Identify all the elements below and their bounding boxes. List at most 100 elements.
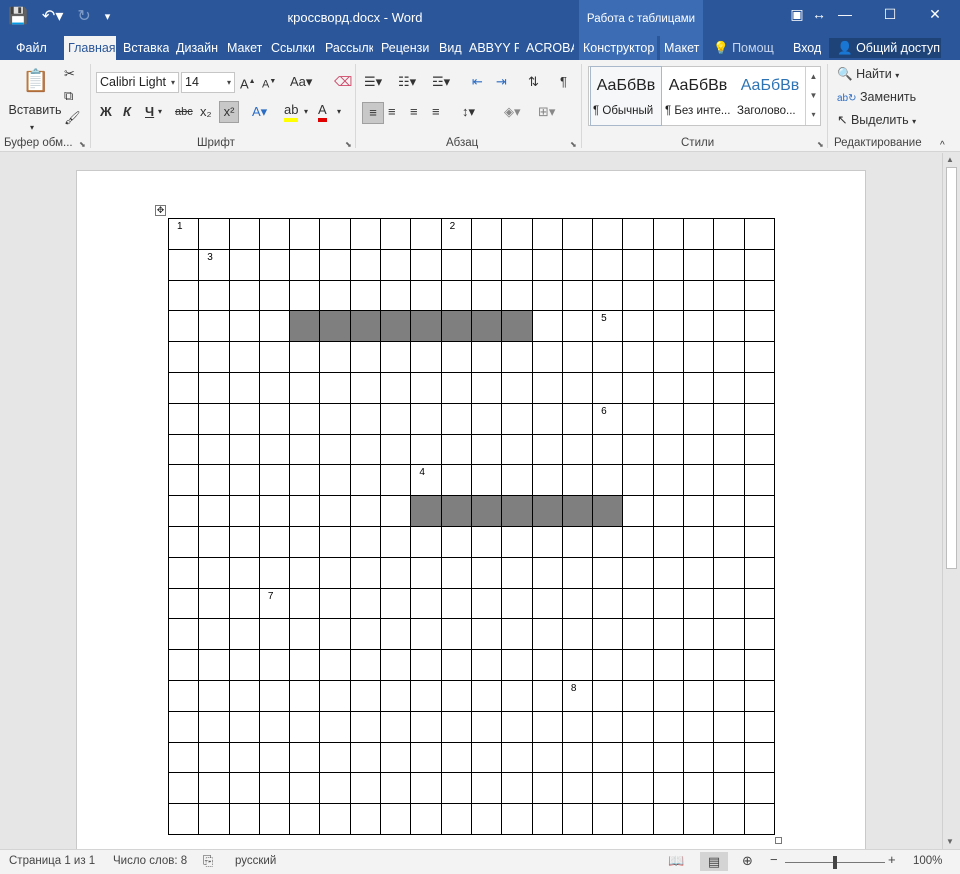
crossword-cell[interactable]: [289, 279, 321, 312]
crossword-cell[interactable]: [683, 341, 715, 373]
crossword-cell[interactable]: [531, 710, 563, 743]
crossword-cell[interactable]: [652, 803, 685, 835]
crossword-cell[interactable]: [501, 218, 533, 250]
crossword-cell[interactable]: [652, 649, 685, 681]
crossword-cell[interactable]: [501, 341, 533, 373]
crossword-cell[interactable]: [592, 341, 624, 373]
crossword-cell[interactable]: [622, 649, 654, 681]
crossword-cell[interactable]: [683, 279, 715, 312]
crossword-cell[interactable]: [561, 433, 594, 466]
crossword-cell[interactable]: [410, 710, 442, 743]
crossword-cell[interactable]: [167, 279, 200, 312]
crossword-cell[interactable]: [561, 341, 594, 373]
grow-font-icon[interactable]: A▲: [240, 72, 256, 94]
crossword-cell[interactable]: [440, 279, 472, 312]
crossword-cell[interactable]: [592, 649, 624, 681]
web-layout-icon[interactable]: ⊕: [742, 853, 753, 869]
crossword-cell[interactable]: [440, 710, 472, 743]
crossword-cell[interactable]: [198, 710, 230, 743]
crossword-cell[interactable]: [167, 341, 200, 373]
crossword-cell[interactable]: [501, 464, 533, 497]
highlight-dropdown-icon[interactable]: ▾: [304, 102, 308, 122]
scroll-down-icon[interactable]: ▼: [946, 837, 954, 846]
crossword-cell[interactable]: [652, 402, 685, 435]
gallery-scroll[interactable]: ▲ ▼ ▾: [805, 67, 821, 125]
crossword-cell[interactable]: [743, 618, 775, 651]
crossword-cell[interactable]: [743, 803, 775, 835]
crossword-cell[interactable]: [622, 587, 654, 620]
crossword-cell[interactable]: [319, 772, 351, 805]
crossword-cell[interactable]: [167, 495, 200, 527]
crossword-cell[interactable]: [319, 464, 351, 497]
crossword-cell[interactable]: [683, 649, 715, 681]
crossword-cell[interactable]: [167, 556, 200, 589]
crossword-cell[interactable]: [622, 464, 654, 497]
zoom-out-icon[interactable]: −: [770, 852, 778, 867]
crossword-cell[interactable]: [622, 310, 654, 343]
crossword-cell[interactable]: [683, 310, 715, 343]
crossword-cell[interactable]: [652, 341, 685, 373]
crossword-cell[interactable]: [470, 310, 503, 343]
font-size-combo[interactable]: 14 ▾: [181, 72, 235, 93]
crossword-cell[interactable]: [228, 371, 260, 404]
crossword-cell[interactable]: [228, 218, 260, 250]
crossword-cell[interactable]: [470, 649, 503, 681]
text-effects-icon[interactable]: A▾: [252, 102, 267, 122]
sort-icon[interactable]: ⇅: [528, 72, 539, 92]
crossword-cell[interactable]: [410, 495, 442, 527]
crossword-cell[interactable]: [561, 218, 594, 250]
crossword-cell[interactable]: [713, 803, 745, 835]
crossword-cell[interactable]: [289, 402, 321, 435]
crossword-cell[interactable]: [531, 772, 563, 805]
crossword-cell[interactable]: [228, 464, 260, 497]
crossword-cell[interactable]: [440, 679, 472, 712]
crossword-cell[interactable]: [289, 341, 321, 373]
crossword-cell[interactable]: [198, 371, 230, 404]
crossword-cell[interactable]: [531, 464, 563, 497]
crossword-cell[interactable]: [592, 371, 624, 404]
crossword-cell[interactable]: [319, 341, 351, 373]
crossword-cell[interactable]: [531, 218, 563, 250]
crossword-cell[interactable]: [622, 679, 654, 712]
tab-file[interactable]: Файл: [16, 36, 47, 60]
style-normal[interactable]: АаБбВв ¶ Обычный: [590, 66, 662, 126]
crossword-cell[interactable]: [683, 525, 715, 558]
crossword-cell[interactable]: [167, 525, 200, 558]
crossword-cell[interactable]: [652, 525, 685, 558]
crossword-cell[interactable]: [561, 248, 594, 281]
crossword-cell[interactable]: [410, 248, 442, 281]
tab-review[interactable]: Рецензи: [381, 36, 431, 60]
crossword-cell[interactable]: [622, 741, 654, 774]
crossword-cell[interactable]: [683, 710, 715, 743]
crossword-cell[interactable]: [167, 310, 200, 343]
crossword-cell[interactable]: [531, 803, 563, 835]
crossword-cell[interactable]: [440, 248, 472, 281]
crossword-cell[interactable]: [713, 710, 745, 743]
crossword-cell[interactable]: [198, 433, 230, 466]
crossword-cell[interactable]: [167, 679, 200, 712]
crossword-cell[interactable]: [531, 433, 563, 466]
crossword-cell[interactable]: [228, 525, 260, 558]
crossword-cell[interactable]: [683, 772, 715, 805]
crossword-cell[interactable]: [531, 587, 563, 620]
crossword-cell[interactable]: [228, 587, 260, 620]
crossword-cell[interactable]: [561, 741, 594, 774]
crossword-cell[interactable]: [289, 649, 321, 681]
crossword-cell[interactable]: [713, 371, 745, 404]
crossword-cell[interactable]: [470, 371, 503, 404]
crossword-cell[interactable]: [561, 772, 594, 805]
crossword-cell[interactable]: [349, 218, 382, 250]
crossword-cell[interactable]: [713, 279, 745, 312]
crossword-cell[interactable]: [410, 587, 442, 620]
crossword-cell[interactable]: [683, 803, 715, 835]
crossword-cell[interactable]: [380, 649, 412, 681]
crossword-cell[interactable]: [501, 803, 533, 835]
crossword-cell[interactable]: [501, 710, 533, 743]
crossword-cell[interactable]: [380, 248, 412, 281]
crossword-cell[interactable]: [319, 556, 351, 589]
crossword-cell[interactable]: [743, 679, 775, 712]
crossword-cell[interactable]: [683, 248, 715, 281]
tab-mailings[interactable]: Рассылк: [325, 36, 373, 60]
crossword-cell[interactable]: [380, 371, 412, 404]
close-button[interactable]: ✕: [920, 6, 950, 23]
